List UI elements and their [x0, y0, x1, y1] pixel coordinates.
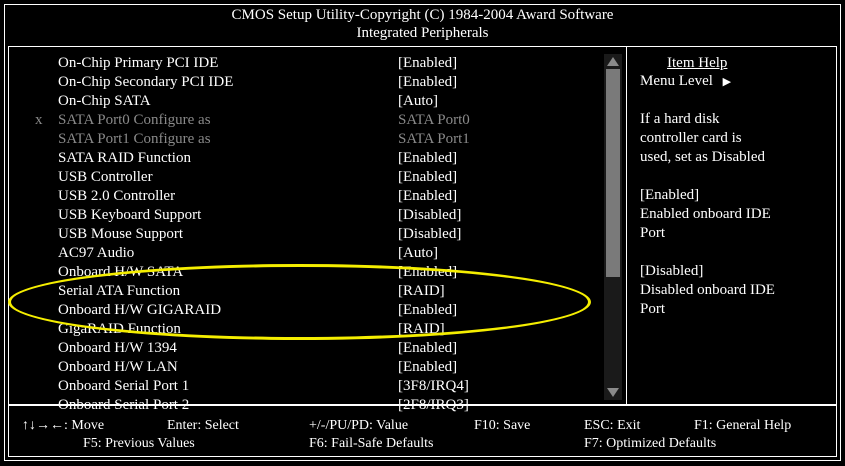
- help-line: controller card is: [640, 130, 742, 146]
- setting-label: USB Keyboard Support: [58, 207, 202, 223]
- setting-label: Onboard Serial Port 2: [58, 397, 190, 413]
- setting-value[interactable]: [Enabled]: [398, 54, 457, 73]
- setting-label: Onboard H/W 1394: [58, 340, 177, 356]
- help-line: [Enabled]: [640, 187, 700, 203]
- setting-value[interactable]: [2F8/IRQ3]: [398, 396, 469, 415]
- menu-level-arrow-icon: ▶: [722, 76, 732, 88]
- setting-value[interactable]: [Auto]: [398, 92, 438, 111]
- setting-label: Onboard Serial Port 1: [58, 378, 190, 394]
- setting-value: SATA Port1: [398, 131, 470, 147]
- setting-label: On-Chip Primary PCI IDE: [58, 55, 219, 71]
- panel-divider: [626, 46, 627, 405]
- setting-label: On-Chip Secondary PCI IDE: [58, 74, 234, 90]
- setting-label: SATA Port0 Configure as: [58, 112, 211, 128]
- key-save: F10: Save: [474, 418, 531, 433]
- help-line: Port: [640, 301, 666, 317]
- menu-level-label: Menu Level: [640, 73, 713, 89]
- setting-label: SATA Port1 Configure as: [58, 131, 211, 147]
- help-line: Port: [640, 225, 666, 241]
- key-optimized-defaults: F7: Optimized Defaults: [584, 436, 717, 451]
- key-enter: Enter: Select: [167, 418, 239, 433]
- key-failsafe-defaults: F6: Fail-Safe Defaults: [309, 436, 434, 451]
- setting-value[interactable]: [Enabled]: [398, 187, 457, 206]
- key-exit: ESC: Exit: [584, 418, 641, 433]
- setting-label: USB Mouse Support: [58, 226, 184, 242]
- help-line: If a hard disk: [640, 111, 720, 127]
- setting-value[interactable]: [Enabled]: [398, 149, 457, 168]
- setting-label: Onboard H/W LAN: [58, 359, 178, 375]
- key-previous-values: F5: Previous Values: [83, 436, 195, 451]
- key-general-help: F1: General Help: [694, 418, 792, 433]
- setting-value[interactable]: [Enabled]: [398, 358, 457, 377]
- setting-value: SATA Port0: [398, 112, 470, 128]
- setting-label: USB Controller: [58, 169, 153, 185]
- key-value: +/-/PU/PD: Value: [309, 418, 409, 433]
- item-help-title: Item Help: [667, 55, 728, 71]
- setting-value[interactable]: [Disabled]: [398, 206, 461, 225]
- setting-value[interactable]: [Auto]: [398, 244, 438, 263]
- scroll-up-arrow-icon[interactable]: [604, 54, 622, 68]
- setting-label: On-Chip SATA: [58, 93, 151, 109]
- help-line: Enabled onboard IDE: [640, 206, 771, 222]
- scroll-down-arrow-icon[interactable]: [604, 386, 622, 400]
- setting-label: SATA RAID Function: [58, 150, 191, 166]
- setting-value[interactable]: [Enabled]: [398, 73, 457, 92]
- help-line: used, set as Disabled: [640, 149, 765, 165]
- setting-value[interactable]: [Enabled]: [398, 168, 457, 187]
- key-move: ↑↓→←: Move: [22, 418, 105, 433]
- setting-label: USB 2.0 Controller: [58, 188, 176, 204]
- setting-label: AC97 Audio: [58, 245, 135, 261]
- scrollbar-thumb[interactable]: [606, 69, 620, 277]
- setting-value[interactable]: [3F8/IRQ4]: [398, 377, 469, 396]
- menu-level: Menu Level ▶: [640, 72, 731, 92]
- help-line: [Disabled]: [640, 263, 704, 279]
- help-line: Disabled onboard IDE: [640, 282, 775, 298]
- unavailable-mark: x: [35, 112, 43, 128]
- highlight-ellipse: [8, 264, 591, 340]
- setting-value[interactable]: [Enabled]: [398, 339, 457, 358]
- setting-value[interactable]: [Disabled]: [398, 225, 461, 244]
